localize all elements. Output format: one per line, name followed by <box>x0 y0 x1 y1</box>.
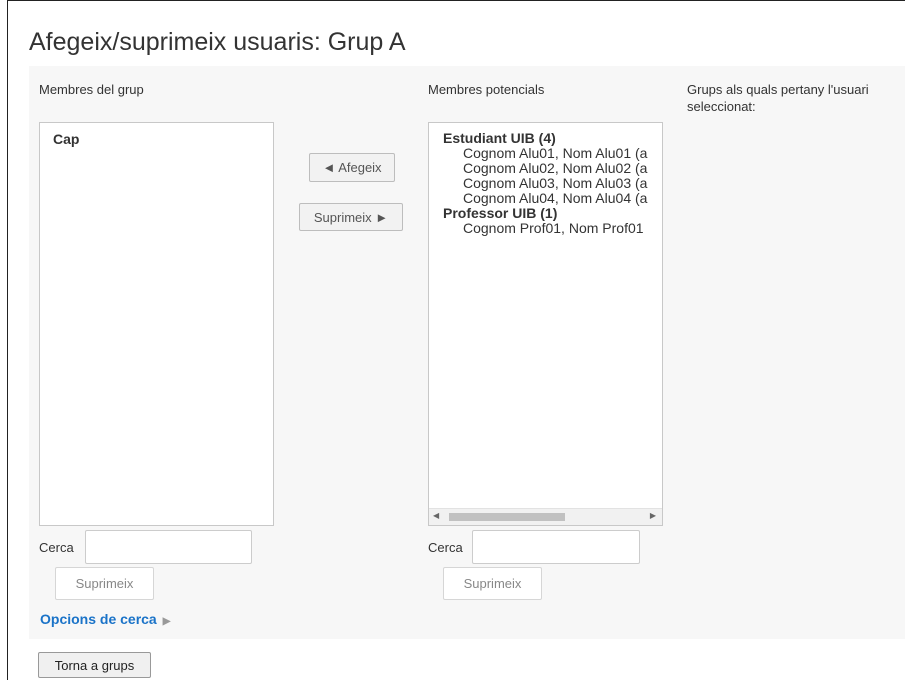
list-item[interactable]: Cognom Alu03, Nom Alu03 (a <box>443 176 662 191</box>
list-item[interactable]: Cognom Alu01, Nom Alu01 (a <box>443 146 662 161</box>
list-item[interactable]: Cap <box>53 132 273 147</box>
list-item[interactable]: Cognom Alu04, Nom Alu04 (a <box>443 191 662 206</box>
list-item[interactable]: Cognom Alu02, Nom Alu02 (a <box>443 161 662 176</box>
optgroup-label: Estudiant UIB (4) <box>443 130 556 146</box>
search-options-toggle[interactable]: Opcions de cerca ▶ <box>40 611 170 627</box>
list-item[interactable]: Cognom Prof01, Nom Prof01 <box>443 221 662 236</box>
page-title: Afegeix/suprimeix usuaris: Grup A <box>29 28 406 56</box>
potential-members-listbox[interactable]: Estudiant UIB (4) Cognom Alu01, Nom Alu0… <box>428 122 663 526</box>
potential-search-label: Cerca <box>428 540 463 555</box>
members-search-input[interactable] <box>85 530 252 564</box>
members-label: Membres del grup <box>39 82 144 97</box>
horizontal-scrollbar[interactable]: ◀ ▶ <box>429 508 662 525</box>
scroll-left-icon[interactable]: ◀ <box>433 511 439 520</box>
potential-members-label: Membres potencials <box>428 82 545 97</box>
triangle-right-icon: ▶ <box>162 616 171 627</box>
scrollbar-thumb[interactable] <box>449 513 565 521</box>
members-listbox[interactable]: Cap <box>39 122 274 526</box>
user-groups-label: Grups als quals pertany l'usuari selecci… <box>687 82 869 114</box>
scroll-right-icon[interactable]: ▶ <box>650 511 656 520</box>
remove-button[interactable]: Suprimeix ► <box>299 203 403 231</box>
members-search-label: Cerca <box>39 540 74 555</box>
search-options-label: Opcions de cerca <box>40 611 157 627</box>
potential-search-input[interactable] <box>472 530 640 564</box>
members-clear-button[interactable]: Suprimeix <box>55 567 154 600</box>
optgroup-label: Professor UIB (1) <box>443 205 558 221</box>
add-button[interactable]: ◄ Afegeix <box>309 153 395 182</box>
back-to-groups-button[interactable]: Torna a grups <box>38 652 151 678</box>
potential-clear-button[interactable]: Suprimeix <box>443 567 542 600</box>
